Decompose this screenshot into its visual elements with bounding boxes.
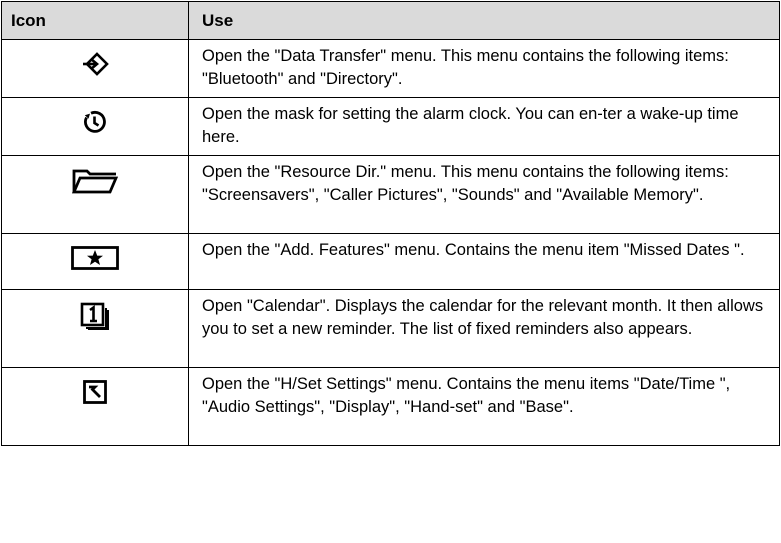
settings-wrench-icon xyxy=(83,380,107,404)
table-row: Open the "Data Transfer" menu. This menu… xyxy=(1,39,780,98)
table-header-row: Icon Use xyxy=(1,1,780,40)
data-transfer-icon xyxy=(81,52,109,76)
use-text: Open the mask for setting the alarm cloc… xyxy=(188,97,780,156)
icon-use-table: Icon Use Open the "Data Transfer" menu. … xyxy=(1,1,780,446)
use-text: Open the "Data Transfer" menu. This menu… xyxy=(188,39,780,98)
table-row: Open the "Add. Features" menu. Contains … xyxy=(1,233,780,290)
use-text: Open the "Resource Dir." menu. This menu… xyxy=(188,155,780,234)
table-row: Open the "H/Set Settings" menu. Contains… xyxy=(1,367,780,446)
header-use: Use xyxy=(188,1,780,40)
alarm-clock-icon xyxy=(83,110,107,134)
table-row: Open "Calendar". Displays the calendar f… xyxy=(1,289,780,368)
folder-icon xyxy=(72,168,118,194)
table-row: Open the mask for setting the alarm cloc… xyxy=(1,97,780,156)
header-icon: Icon xyxy=(1,1,189,40)
use-text: Open the "H/Set Settings" menu. Contains… xyxy=(188,367,780,446)
calendar-icon xyxy=(80,302,110,330)
use-text: Open "Calendar". Displays the calendar f… xyxy=(188,289,780,368)
table-row: Open the "Resource Dir." menu. This menu… xyxy=(1,155,780,234)
use-text: Open the "Add. Features" menu. Contains … xyxy=(188,233,780,290)
star-box-icon xyxy=(71,246,119,270)
